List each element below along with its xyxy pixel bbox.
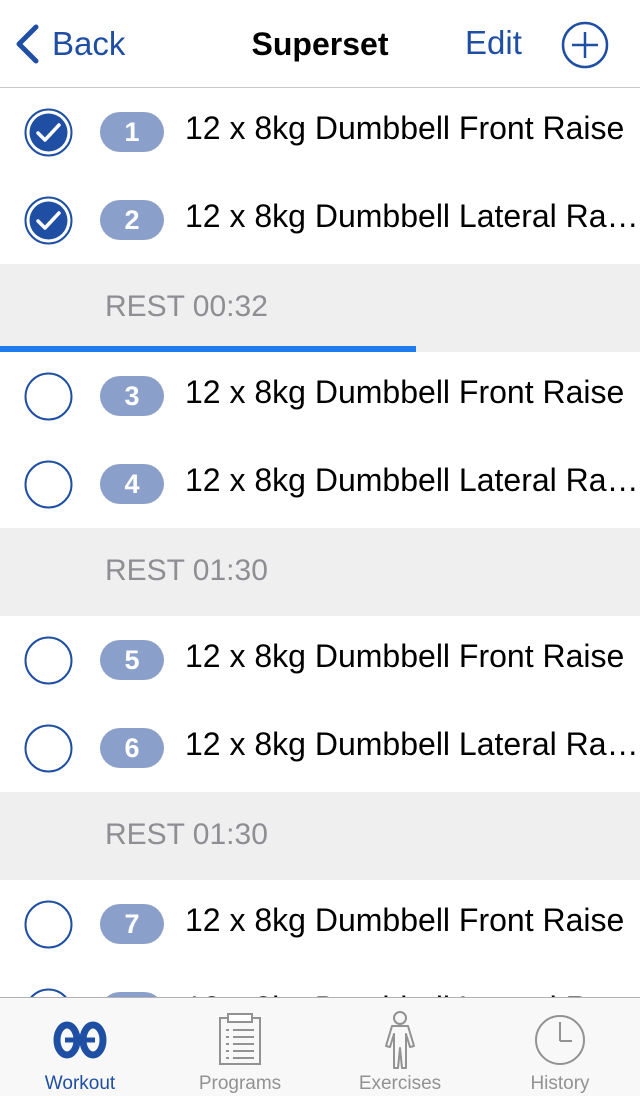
superset-list[interactable]: 1 12 x 8kg Dumbbell Front Raise 2 12 x 8kg … — [0, 88, 640, 997]
set-number-badge: 6 — [100, 728, 164, 768]
set-row[interactable]: 2 12 x 8kg Dumbbell Lateral Raise — [0, 176, 640, 264]
set-row[interactable]: 7 12 x 8kg Dumbbell Front Raise — [0, 880, 640, 968]
rest-row[interactable]: REST 00:32 — [0, 264, 640, 352]
tab-exercises[interactable]: Exercises — [320, 998, 480, 1096]
set-number-badge: 5 — [100, 640, 164, 680]
tab-programs[interactable]: Programs — [160, 998, 320, 1096]
set-description: 12 x 8kg Dumbbell Lateral Raise — [185, 462, 640, 498]
set-number-badge: 2 — [100, 200, 164, 240]
back-label: Back — [52, 25, 126, 62]
empty-circle-icon[interactable] — [24, 900, 73, 949]
tab-label: Exercises — [358, 1073, 442, 1094]
tab-label: Programs — [198, 1073, 282, 1094]
tab-history[interactable]: History — [480, 998, 640, 1096]
set-description: 12 x 8kg Dumbbell Lateral Raise — [185, 726, 640, 762]
navigation-bar: Back Superset Edit — [0, 0, 640, 88]
empty-circle-icon[interactable] — [24, 724, 73, 773]
tab-label: Workout — [44, 1073, 116, 1094]
set-number-badge: 4 — [100, 464, 164, 504]
empty-circle-icon[interactable] — [24, 372, 73, 421]
body-figure-icon — [385, 1011, 415, 1069]
set-row[interactable]: 5 12 x 8kg Dumbbell Front Raise — [0, 616, 640, 704]
set-description: 12 x 8kg Dumbbell Front Raise — [185, 902, 625, 938]
set-row[interactable]: 812 x 8kg Dumbbell Lateral Raise — [0, 968, 640, 997]
tab-workout[interactable]: Workout — [0, 998, 160, 1096]
set-number-badge: 7 — [100, 904, 164, 944]
checkmark-circle-icon[interactable] — [24, 196, 73, 245]
checkmark-circle-icon[interactable] — [24, 108, 73, 157]
empty-circle-icon[interactable] — [24, 988, 73, 997]
set-row[interactable]: 3 12 x 8kg Dumbbell Front Raise — [0, 352, 640, 440]
set-description: 12 x 8kg Dumbbell Lateral Raise — [185, 198, 640, 234]
back-button[interactable]: Back — [14, 22, 125, 66]
empty-circle-icon[interactable] — [24, 636, 73, 685]
set-description: 12 x 8kg Dumbbell Front Raise — [185, 638, 625, 674]
set-row[interactable]: 1 12 x 8kg Dumbbell Front Raise — [0, 88, 640, 176]
clock-icon — [535, 1015, 585, 1065]
dumbbell-icon — [53, 1021, 107, 1059]
tab-bar: Workout Programs Exercises History — [0, 997, 640, 1096]
rest-timer-label: REST 01:30 — [105, 554, 268, 587]
empty-circle-icon[interactable] — [24, 460, 73, 509]
clipboard-list-icon — [219, 1013, 261, 1065]
set-description: 12 x 8kg Dumbbell Front Raise — [185, 374, 625, 410]
chevron-left-icon — [16, 24, 39, 64]
rest-timer-label: REST 01:30 — [105, 818, 268, 851]
add-circle-icon[interactable] — [561, 21, 609, 69]
edit-button[interactable]: Edit — [465, 24, 522, 62]
rest-row[interactable]: REST 01:30 — [0, 792, 640, 880]
set-row[interactable]: 4 12 x 8kg Dumbbell Lateral Raise — [0, 440, 640, 528]
set-description: 12 x 8kg Dumbbell Lateral Raise — [185, 990, 640, 997]
set-number-badge: 3 — [100, 376, 164, 416]
rest-timer-label: REST 00:32 — [105, 290, 268, 323]
set-row[interactable]: 6 12 x 8kg Dumbbell Lateral Raise — [0, 704, 640, 792]
set-number-badge: 1 — [100, 112, 164, 152]
tab-label: History — [530, 1073, 590, 1094]
set-description: 12 x 8kg Dumbbell Front Raise — [185, 110, 625, 146]
rest-row[interactable]: REST 01:30 — [0, 528, 640, 616]
